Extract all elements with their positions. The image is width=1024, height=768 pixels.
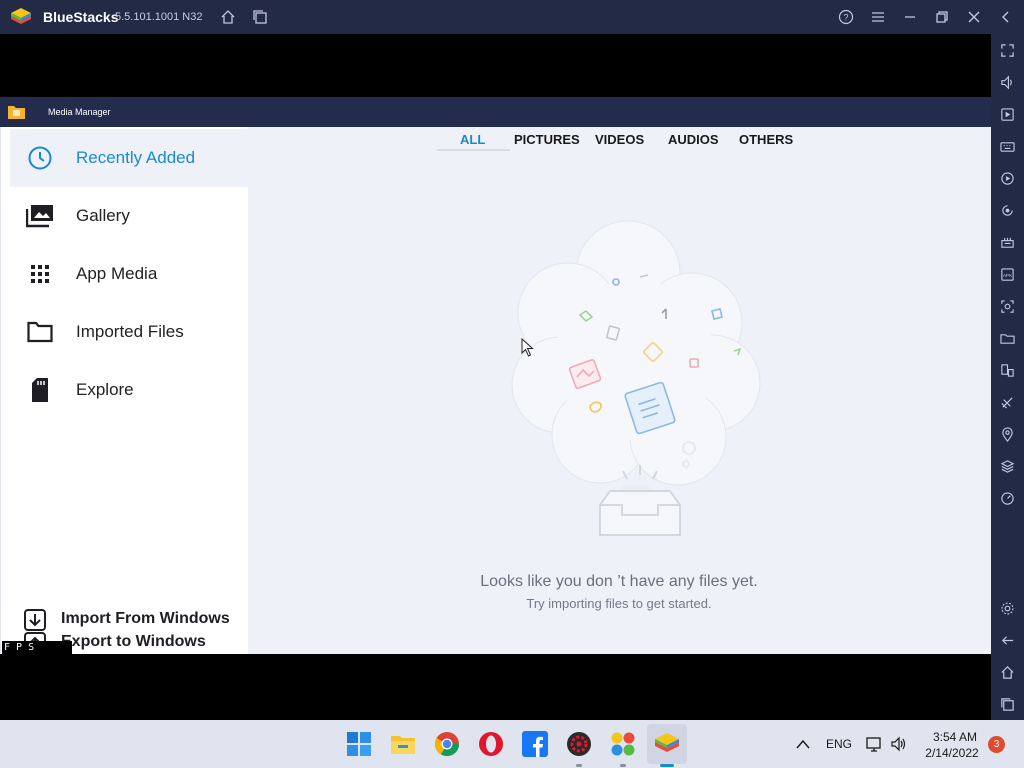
- file-explorer-icon[interactable]: [389, 730, 417, 758]
- performance-icon[interactable]: [997, 488, 1017, 508]
- speaker-icon[interactable]: [890, 735, 908, 753]
- macro-icon[interactable]: [997, 232, 1017, 252]
- bluestacks-logo: [11, 8, 31, 24]
- app-title: Media Manager: [48, 107, 111, 117]
- media-manager-app-icon: [8, 106, 25, 119]
- app-name: BlueStacks: [43, 9, 119, 25]
- import-label: Import From Windows: [61, 610, 230, 627]
- empty-state-title: Looks like you don ’t have any files yet…: [480, 573, 758, 590]
- sd-card-icon: [25, 376, 55, 404]
- screenshot-icon[interactable]: [997, 296, 1017, 316]
- record-icon[interactable]: [997, 168, 1017, 188]
- empty-state-subtitle: Try importing files to get started.: [526, 596, 712, 611]
- nav-panel: Recently Added Gallery App Media Importe…: [0, 127, 249, 654]
- nav-item-label: App Media: [76, 264, 158, 283]
- facebook-icon[interactable]: [521, 730, 549, 758]
- recent-apps-icon[interactable]: [997, 694, 1017, 714]
- import-from-windows-button[interactable]: Import From Windows: [23, 609, 243, 631]
- network-icon[interactable]: [866, 735, 884, 753]
- bluestacks-x-icon[interactable]: [609, 730, 637, 758]
- windows-start-icon[interactable]: [345, 730, 373, 758]
- tab-pictures[interactable]: PICTURES: [514, 132, 580, 147]
- minimize-icon[interactable]: [900, 7, 920, 27]
- app-version: 5.5.101.1001 N32: [115, 11, 203, 23]
- fps-label: F P S: [4, 642, 35, 653]
- close-icon[interactable]: [964, 7, 984, 27]
- collapse-sidebar-icon[interactable]: [996, 7, 1016, 27]
- nav-item-recently-added[interactable]: Recently Added: [10, 129, 249, 187]
- nav-item-gallery[interactable]: Gallery: [10, 187, 249, 245]
- location-icon[interactable]: [997, 424, 1017, 444]
- help-icon[interactable]: ?: [836, 7, 856, 27]
- rotate-icon[interactable]: [997, 200, 1017, 220]
- folder-icon: [25, 318, 55, 346]
- language-indicator[interactable]: ENG: [826, 737, 852, 751]
- svg-text:APK: APK: [1002, 272, 1012, 277]
- home-icon[interactable]: [218, 7, 238, 27]
- android-home-icon[interactable]: [997, 662, 1017, 682]
- nav-item-app-media[interactable]: App Media: [10, 245, 249, 303]
- import-icon: [24, 609, 46, 631]
- keyboard-icon[interactable]: [997, 136, 1017, 156]
- export-label: Export to Windows: [61, 633, 206, 650]
- chevron-up-icon[interactable]: [796, 738, 810, 750]
- running-app-indicator: [620, 764, 626, 767]
- nav-item-label: Imported Files: [76, 322, 184, 341]
- empty-state-illustration: [511, 220, 761, 536]
- svg-text:?: ?: [843, 13, 848, 23]
- volume-icon[interactable]: [997, 72, 1017, 92]
- fps-counter: F P S 2: [2, 641, 72, 654]
- multi-instance-manager-icon[interactable]: [997, 360, 1017, 380]
- nav-item-label: Recently Added: [76, 148, 196, 167]
- tab-audios[interactable]: AUDIOS: [668, 132, 719, 147]
- layers-icon[interactable]: [997, 456, 1017, 476]
- pointer-icon[interactable]: [997, 104, 1017, 124]
- tab-videos[interactable]: VIDEOS: [595, 132, 644, 147]
- android-screen: Media Manager Recently Added Gallery App…: [0, 97, 991, 654]
- mouse-cursor-icon: [521, 338, 534, 357]
- notification-badge[interactable]: 3: [988, 736, 1005, 753]
- nav-item-label: Gallery: [76, 206, 130, 225]
- app-settings-gear-icon[interactable]: [565, 730, 593, 758]
- bluestacks-side-toolbar: APK: [991, 34, 1024, 720]
- eco-mode-icon[interactable]: [997, 392, 1017, 412]
- chrome-icon[interactable]: [433, 730, 461, 758]
- bluestacks-titlebar: BlueStacks 5.5.101.1001 N32 ?: [0, 0, 1024, 34]
- media-folder-icon[interactable]: [997, 328, 1017, 348]
- gallery-icon: [25, 202, 55, 230]
- back-icon[interactable]: [997, 630, 1017, 650]
- nav-item-explore[interactable]: Explore: [10, 361, 249, 419]
- clock-icon: [25, 144, 55, 172]
- restore-icon[interactable]: [932, 7, 952, 27]
- multi-instance-icon[interactable]: [250, 7, 270, 27]
- tab-all[interactable]: ALL: [460, 132, 485, 147]
- clock-time[interactable]: 3:54 AM: [925, 730, 985, 744]
- active-app-indicator: [660, 764, 674, 767]
- bluestacks-taskbar-icon[interactable]: [653, 730, 681, 758]
- clock-date[interactable]: 2/14/2022: [922, 746, 982, 760]
- fullscreen-icon[interactable]: [997, 40, 1017, 60]
- nav-item-label: Explore: [76, 380, 134, 399]
- windows-taskbar: ENG 3:54 AM 2/14/2022 3: [0, 720, 1024, 768]
- opera-icon[interactable]: [477, 730, 505, 758]
- grid-icon: [25, 260, 55, 288]
- app-header: Media Manager: [0, 97, 991, 127]
- menu-icon[interactable]: [868, 7, 888, 27]
- apk-icon[interactable]: APK: [997, 264, 1017, 284]
- nav-item-imported-files[interactable]: Imported Files: [10, 303, 249, 361]
- tab-others[interactable]: OTHERS: [739, 132, 793, 147]
- settings-icon[interactable]: [997, 598, 1017, 618]
- running-app-indicator: [576, 764, 582, 767]
- tab-underline: [437, 149, 510, 151]
